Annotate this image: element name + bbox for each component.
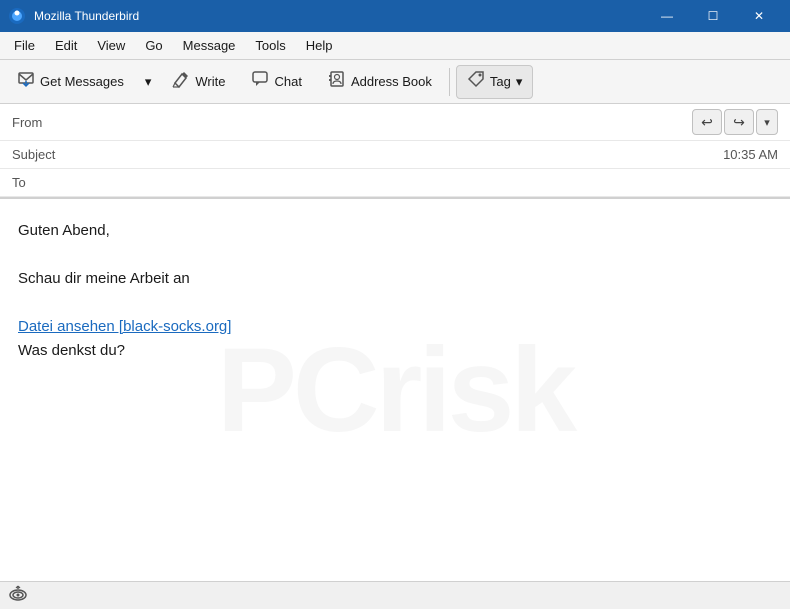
menu-help[interactable]: Help bbox=[296, 34, 343, 57]
tag-icon bbox=[467, 70, 485, 93]
from-label: From bbox=[12, 115, 72, 130]
tag-dropdown-icon: ▾ bbox=[516, 74, 523, 90]
app-icon bbox=[8, 7, 26, 25]
menu-bar: File Edit View Go Message Tools Help bbox=[0, 32, 790, 60]
main-content: From ↩ ↪ ▾ Subject 10:35 AM To PCrisk Gu… bbox=[0, 104, 790, 581]
email-navigation: ↩ ↪ ▾ bbox=[692, 109, 778, 135]
subject-label: Subject bbox=[12, 147, 72, 162]
get-messages-dropdown[interactable]: ▾ bbox=[139, 65, 158, 99]
window-title: Mozilla Thunderbird bbox=[34, 9, 644, 23]
menu-tools[interactable]: Tools bbox=[245, 34, 295, 57]
minimize-button[interactable]: — bbox=[644, 0, 690, 32]
nav-dropdown-button[interactable]: ▾ bbox=[756, 109, 778, 135]
title-bar: Mozilla Thunderbird — ☐ ✕ bbox=[0, 0, 790, 32]
chat-icon bbox=[251, 70, 269, 93]
tag-label: Tag bbox=[490, 74, 511, 89]
connection-icon bbox=[8, 585, 28, 606]
dropdown-arrow-icon: ▾ bbox=[145, 74, 152, 90]
menu-view[interactable]: View bbox=[87, 34, 135, 57]
email-content: Guten Abend, Schau dir meine Arbeit an D… bbox=[18, 219, 772, 363]
email-header: From ↩ ↪ ▾ Subject 10:35 AM To bbox=[0, 104, 790, 199]
menu-edit[interactable]: Edit bbox=[45, 34, 87, 57]
get-messages-label: Get Messages bbox=[40, 74, 124, 89]
subject-row: Subject 10:35 AM bbox=[0, 141, 790, 169]
toolbar-separator bbox=[449, 68, 450, 96]
email-link[interactable]: Datei ansehen [black-socks.org] bbox=[18, 318, 231, 335]
back-button[interactable]: ↩ bbox=[692, 109, 722, 135]
window-controls: — ☐ ✕ bbox=[644, 0, 782, 32]
close-button[interactable]: ✕ bbox=[736, 0, 782, 32]
greeting-line: Guten Abend, bbox=[18, 219, 772, 243]
menu-go[interactable]: Go bbox=[135, 34, 172, 57]
chat-button[interactable]: Chat bbox=[240, 65, 312, 99]
address-book-label: Address Book bbox=[351, 74, 432, 89]
body-closing: Was denkst du? bbox=[18, 339, 772, 363]
get-messages-button[interactable]: Get Messages bbox=[6, 65, 135, 99]
tag-button[interactable]: Tag ▾ bbox=[456, 65, 534, 99]
address-book-icon bbox=[328, 70, 346, 93]
toolbar: Get Messages ▾ Write Chat bbox=[0, 60, 790, 104]
from-row: From ↩ ↪ ▾ bbox=[0, 104, 790, 141]
write-icon bbox=[172, 70, 190, 93]
body-line-2: Schau dir meine Arbeit an bbox=[18, 267, 772, 291]
to-label: To bbox=[12, 175, 72, 190]
menu-message[interactable]: Message bbox=[173, 34, 246, 57]
email-timestamp: 10:35 AM bbox=[723, 147, 778, 162]
to-row: To bbox=[0, 169, 790, 197]
status-bar bbox=[0, 581, 790, 609]
email-body: PCrisk Guten Abend, Schau dir meine Arbe… bbox=[0, 199, 790, 581]
forward-button[interactable]: ↪ bbox=[724, 109, 754, 135]
write-label: Write bbox=[195, 74, 225, 89]
maximize-button[interactable]: ☐ bbox=[690, 0, 736, 32]
menu-file[interactable]: File bbox=[4, 34, 45, 57]
write-button[interactable]: Write bbox=[161, 65, 236, 99]
get-messages-icon bbox=[17, 70, 35, 93]
address-book-button[interactable]: Address Book bbox=[317, 65, 443, 99]
chat-label: Chat bbox=[274, 74, 301, 89]
